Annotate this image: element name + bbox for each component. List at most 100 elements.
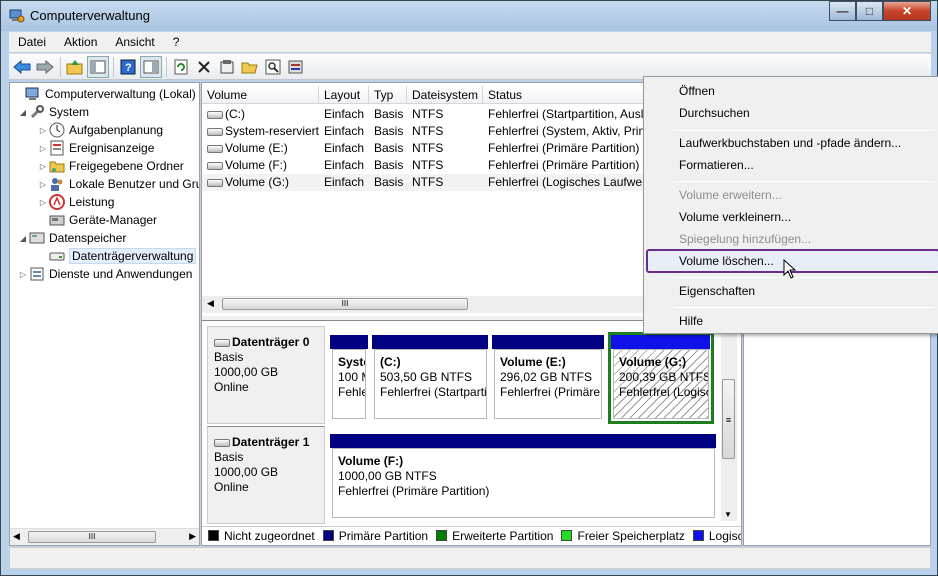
tree-item-datenspeicher[interactable]: ◢ Datenspeicher [17, 229, 126, 247]
back-arrow-icon[interactable] [11, 56, 33, 78]
menu-item-volume-loeschen[interactable]: Volume löschen... [679, 251, 774, 271]
menu-item-formatieren[interactable]: Formatieren... [679, 155, 754, 175]
close-button[interactable]: ✕ [883, 1, 931, 21]
legend: Nicht zugeordnet Primäre Partition Erwei… [202, 526, 741, 544]
properties-icon[interactable] [216, 56, 238, 78]
partition-c[interactable]: (C:) 503,50 GB NTFS Fehlerfrei (Startpar… [374, 349, 487, 419]
disk-icon [49, 252, 65, 261]
performance-icon [49, 194, 65, 210]
event-icon [50, 140, 64, 156]
tree-item-ereignisanzeige[interactable]: ▷ Ereignisanzeige [37, 139, 154, 157]
legend-item: Freier Speicherplatz [561, 529, 685, 543]
legend-item: Erweiterte Partition [436, 529, 553, 543]
users-icon [51, 178, 63, 191]
search-icon[interactable] [262, 56, 284, 78]
menu-aktion[interactable]: Aktion [55, 35, 106, 49]
delete-icon[interactable] [193, 56, 215, 78]
services-icon [30, 267, 44, 281]
mouse-cursor-icon [783, 259, 797, 279]
disk-1-label[interactable]: Datenträger 1 Basis 1000,00 GB Online [207, 426, 325, 524]
graph-vertical-scrollbar[interactable]: ≡ ▼ [721, 321, 737, 521]
menu-item-volume-verkleinern[interactable]: Volume verkleinern... [679, 207, 791, 227]
scroll-thumb[interactable]: III [28, 531, 156, 543]
collapse-arrow-icon[interactable]: ◢ [17, 108, 29, 117]
status-bar [9, 547, 931, 569]
expand-arrow-icon[interactable]: ▷ [37, 162, 49, 171]
scroll-thumb[interactable]: III [222, 298, 468, 310]
scroll-right-arrow-icon[interactable]: ▶ [189, 531, 196, 542]
storage-icon [29, 232, 45, 244]
computer-icon [25, 87, 39, 100]
partition-bar [372, 335, 488, 349]
tree-item-aufgabenplanung[interactable]: ▷ Aufgabenplanung [37, 121, 163, 139]
menu-bar: Datei Aktion Ansicht ? [9, 32, 931, 52]
legend-item: Nicht zugeordnet [208, 529, 315, 543]
refresh-icon[interactable] [170, 56, 192, 78]
tree-item-dienste[interactable]: ▷ Dienste und Anwendungen [17, 265, 193, 283]
menu-ansicht[interactable]: Ansicht [106, 35, 163, 49]
menu-datei[interactable]: Datei [9, 35, 55, 49]
scroll-left-arrow-icon[interactable]: ◀ [13, 531, 20, 542]
context-menu: Öffnen Durchsuchen Laufwerkbuchstaben un… [643, 76, 938, 334]
column-header-volume[interactable]: Volume [202, 86, 319, 103]
tree-item-freigegebene-ordner[interactable]: ▷ Freigegebene Ordner [37, 157, 184, 175]
show-tree-icon[interactable] [87, 55, 109, 78]
volume-icon [207, 127, 223, 136]
tree-item-system[interactable]: ◢ System [17, 103, 89, 121]
scroll-down-arrow-icon[interactable]: ▼ [724, 510, 732, 519]
help-icon[interactable]: ? [117, 56, 139, 78]
tree-item-geraete-manager[interactable]: Geräte-Manager [37, 211, 157, 229]
partition-system-reserved[interactable]: Syste 100 M Fehle [332, 349, 366, 419]
show-pane-icon[interactable] [140, 55, 162, 78]
computer-management-icon [9, 9, 25, 23]
menu-item-hilfe[interactable]: Hilfe [679, 311, 703, 331]
partition-f[interactable]: Volume (F:) 1000,00 GB NTFS Fehlerfrei (… [332, 448, 715, 518]
expand-arrow-icon[interactable]: ▷ [17, 270, 29, 279]
menu-item-durchsuchen[interactable]: Durchsuchen [679, 103, 750, 123]
menu-item-laufwerkbuchstaben[interactable]: Laufwerkbuchstaben und -pfade ändern... [679, 133, 901, 153]
scroll-thumb[interactable]: ≡ [722, 379, 735, 459]
partition-bar [330, 335, 368, 349]
menu-separator [674, 307, 934, 308]
title-bar[interactable]: Computerverwaltung — □ ✕ [1, 1, 937, 31]
disk-icon [214, 338, 230, 347]
tree-item-datentraegerverwaltung[interactable]: Datenträgerverwaltung [37, 247, 197, 265]
menu-separator [674, 130, 934, 131]
tree-item-computerverwaltung[interactable]: Computerverwaltung (Lokal) [13, 85, 196, 103]
tree-item-leistung[interactable]: ▷ Leistung [37, 193, 114, 211]
partition-e[interactable]: Volume (E:) 296,02 GB NTFS Fehlerfrei (P… [494, 349, 602, 419]
clock-icon [49, 122, 65, 138]
tree-item-lokale-benutzer[interactable]: ▷ Lokale Benutzer und Gru [37, 175, 199, 193]
disk-0-label[interactable]: Datenträger 0 Basis 1000,00 GB Online [207, 326, 325, 424]
scroll-left-arrow-icon[interactable]: ◀ [207, 298, 214, 309]
folder-icon [49, 161, 65, 173]
maximize-button[interactable]: □ [856, 1, 883, 21]
tools-icon [30, 105, 44, 119]
menu-item-volume-erweitern: Volume erweitern... [679, 188, 782, 202]
navigation-tree: Computerverwaltung (Lokal) ◢ System ▷ Au… [9, 82, 200, 546]
column-header-typ[interactable]: Typ [369, 86, 407, 103]
menu-item-eigenschaften[interactable]: Eigenschaften [679, 281, 755, 301]
volume-icon [207, 178, 223, 187]
expand-arrow-icon[interactable]: ▷ [37, 144, 49, 153]
minimize-button[interactable]: — [829, 1, 856, 21]
svg-text:?: ? [125, 62, 132, 74]
expand-arrow-icon[interactable]: ▷ [37, 126, 49, 135]
expand-arrow-icon[interactable]: ▷ [37, 198, 49, 207]
menu-item-oeffnen[interactable]: Öffnen [679, 81, 715, 101]
device-icon [49, 215, 65, 226]
column-header-dateisystem[interactable]: Dateisystem [407, 86, 483, 103]
collapse-arrow-icon[interactable]: ◢ [17, 234, 29, 243]
column-header-layout[interactable]: Layout [319, 86, 369, 103]
open-icon[interactable] [239, 56, 261, 78]
volume-icon [207, 161, 223, 170]
expand-arrow-icon[interactable]: ▷ [37, 180, 49, 189]
partition-bar [330, 434, 716, 448]
tree-horizontal-scrollbar[interactable]: ◀ III ▶ [10, 528, 199, 545]
legend-item: Logische [692, 529, 741, 543]
settings-icon[interactable] [285, 56, 307, 78]
forward-arrow-icon[interactable] [34, 56, 56, 78]
menu-help[interactable]: ? [164, 35, 189, 49]
menu-separator [674, 181, 934, 182]
up-folder-icon[interactable] [64, 56, 86, 78]
